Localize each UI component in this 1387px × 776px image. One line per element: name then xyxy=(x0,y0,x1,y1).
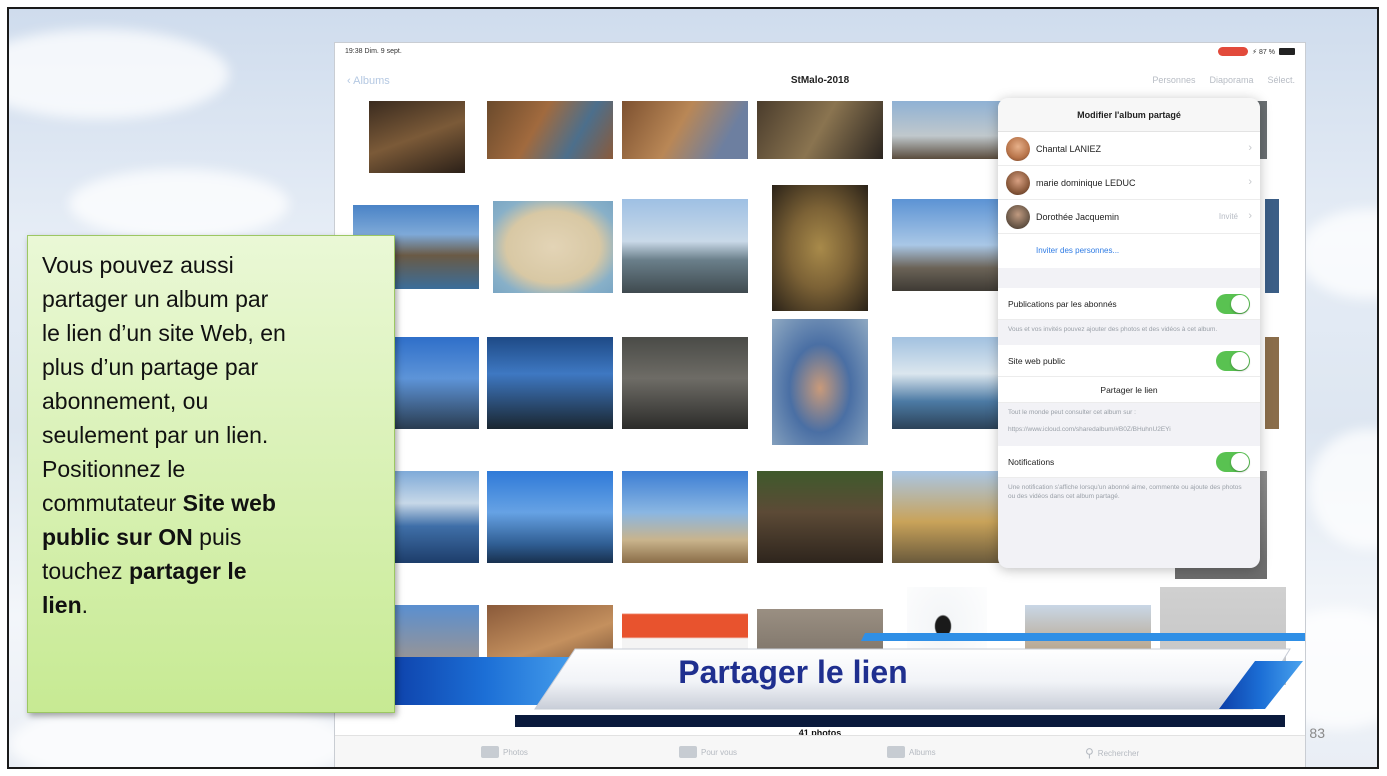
public-url[interactable]: https://www.icloud.com/sharedalbum/#B0Z/… xyxy=(998,424,1260,441)
popover-title: Modifier l'album partagé xyxy=(998,98,1260,132)
public-website-row: Site web public xyxy=(998,344,1260,377)
photo-thumbnail[interactable] xyxy=(493,201,613,293)
public-website-label: Site web public xyxy=(1008,355,1066,366)
photo-thumbnail[interactable] xyxy=(757,471,883,563)
callout-line: public sur ON puis xyxy=(42,524,242,550)
photo-thumbnail[interactable] xyxy=(369,101,465,173)
photo-thumbnail[interactable] xyxy=(1265,337,1279,429)
member-row[interactable]: Dorothée Jacquemin Invité › xyxy=(998,200,1260,234)
avatar xyxy=(1006,171,1030,195)
callout-line: commutateur Site web xyxy=(42,490,276,516)
notifications-label: Notifications xyxy=(1008,457,1055,468)
photo-thumbnail[interactable] xyxy=(622,199,748,293)
battery-percent: ⚡ 87 % xyxy=(1252,48,1275,56)
photo-thumbnail[interactable] xyxy=(892,199,1002,291)
share-link-button[interactable]: Partager le lien xyxy=(998,376,1260,403)
member-row[interactable]: Chantal LANIEZ › xyxy=(998,132,1260,166)
people-button[interactable]: Personnes xyxy=(1152,75,1195,85)
public-website-toggle[interactable] xyxy=(1216,350,1250,371)
callout-line: seulement par un lien. xyxy=(42,422,269,448)
search-icon: ⚲ xyxy=(1085,746,1094,760)
photo-thumbnail[interactable] xyxy=(622,471,748,563)
tab-albums[interactable]: Albums xyxy=(887,746,936,758)
photo-thumbnail[interactable] xyxy=(772,319,868,445)
member-status: Invité xyxy=(1218,212,1238,221)
chevron-right-icon: › xyxy=(1248,142,1252,154)
photo-thumbnail[interactable] xyxy=(622,337,748,429)
tab-label: Rechercher xyxy=(1097,748,1140,758)
albums-icon xyxy=(887,746,905,758)
callout-line: Positionnez le xyxy=(42,456,186,482)
cloud-decoration xyxy=(1309,429,1377,549)
photos-icon xyxy=(481,746,499,758)
tab-photos[interactable]: Photos xyxy=(481,746,528,758)
tab-search[interactable]: ⚲ Rechercher xyxy=(1085,746,1139,760)
slide-number: 83 xyxy=(1309,725,1325,741)
callout-line: touchez partager le xyxy=(42,558,247,584)
subscriber-posts-help: Vous et vos invités pouvez ajouter des p… xyxy=(1008,326,1218,333)
subscriber-posts-label: Publications par les abonnés xyxy=(1008,299,1117,309)
member-name: Dorothée Jacquemin xyxy=(1036,212,1120,222)
notifications-row: Notifications xyxy=(998,446,1260,479)
photo-thumbnail[interactable] xyxy=(487,337,613,429)
chevron-right-icon: › xyxy=(1248,176,1252,188)
subscriber-posts-row: Publications par les abonnés xyxy=(998,288,1260,320)
notifications-help: Une notification s'affiche lorsqu'un abo… xyxy=(1008,484,1242,501)
avatar xyxy=(1006,137,1030,161)
callout-line: partager un album par xyxy=(42,286,269,312)
tab-for-you[interactable]: Pour vous xyxy=(679,746,737,758)
photo-thumbnail[interactable] xyxy=(772,185,868,311)
member-name: Chantal LANIEZ xyxy=(1036,144,1102,154)
tab-bar: Photos Pour vous Albums ⚲ Rechercher xyxy=(335,735,1305,767)
photo-thumbnail[interactable] xyxy=(487,101,613,159)
subscriber-posts-toggle[interactable] xyxy=(1216,294,1250,314)
member-row[interactable]: marie dominique LEDUC › xyxy=(998,166,1260,200)
photo-thumbnail[interactable] xyxy=(487,471,613,563)
slide: 19:38 Dim. 9 sept. ⚡ 87 % ‹ Albums StMal… xyxy=(7,7,1379,769)
status-bar: 19:38 Dim. 9 sept. ⚡ 87 % xyxy=(335,43,1305,61)
avatar xyxy=(1006,205,1030,229)
tab-label: Pour vous xyxy=(701,747,738,757)
status-time: 19:38 Dim. 9 sept. xyxy=(345,48,402,55)
battery-icon xyxy=(1279,48,1295,55)
invite-people-link[interactable]: Inviter des personnes... xyxy=(998,234,1260,268)
callout-line: plus d’un partage par xyxy=(42,354,259,380)
notifications-toggle[interactable] xyxy=(1216,452,1250,473)
cloud-decoration xyxy=(9,29,229,119)
select-button[interactable]: Sélect. xyxy=(1267,75,1295,85)
photo-thumbnail[interactable] xyxy=(622,101,748,159)
instruction-callout: Vous pouvez aussi partager un album par … xyxy=(27,235,395,713)
recording-indicator xyxy=(1218,47,1249,56)
tab-label: Photos xyxy=(503,747,528,757)
tab-label: Albums xyxy=(909,747,936,757)
callout-line: le lien d’un site Web, en xyxy=(42,320,286,346)
member-name: marie dominique LEDUC xyxy=(1036,178,1136,188)
photo-thumbnail[interactable] xyxy=(892,101,1002,159)
cloud-decoration xyxy=(1299,209,1377,299)
photo-thumbnail[interactable] xyxy=(892,337,1002,429)
cloud-decoration xyxy=(69,169,289,239)
public-website-help: Tout le monde peut consulter cet album s… xyxy=(1008,408,1136,416)
nav-bar: ‹ Albums StMalo-2018 Personnes Diaporama… xyxy=(335,61,1305,101)
photo-thumbnail[interactable] xyxy=(892,471,1002,563)
callout-line: lien. xyxy=(42,592,89,618)
chevron-right-icon: › xyxy=(1248,210,1252,222)
photo-thumbnail[interactable] xyxy=(757,101,883,159)
callout-line: abonnement, ou xyxy=(42,388,209,414)
slideshow-button[interactable]: Diaporama xyxy=(1209,75,1253,85)
edit-shared-album-popover: Modifier l'album partagé Chantal LANIEZ … xyxy=(998,98,1260,568)
callout-line: Vous pouvez aussi xyxy=(42,252,234,278)
photo-thumbnail[interactable] xyxy=(1265,199,1279,293)
for-you-icon xyxy=(679,746,697,758)
banner-title: Partager le lien xyxy=(678,654,908,690)
